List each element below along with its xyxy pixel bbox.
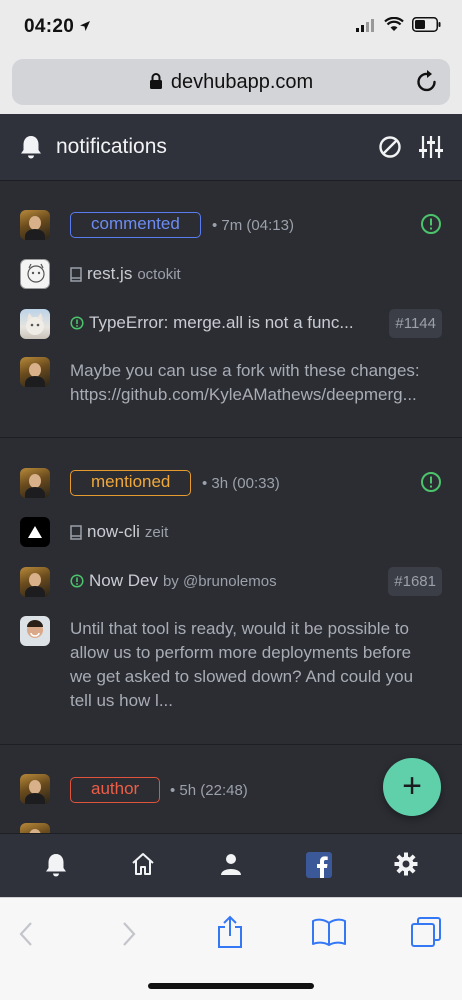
plus-icon: + bbox=[402, 767, 422, 805]
comment-line: https://github.com/KyleAMathews/deepmerg… bbox=[70, 385, 417, 404]
avatar[interactable] bbox=[20, 774, 50, 804]
avatar[interactable] bbox=[20, 210, 50, 240]
status-indicators bbox=[356, 17, 442, 32]
reason-badge: author bbox=[70, 777, 161, 803]
issue-number[interactable]: #1681 bbox=[388, 567, 442, 596]
cat-photo-icon bbox=[26, 313, 44, 335]
subject-avatar[interactable] bbox=[20, 567, 50, 597]
url-text: devhubapp.com bbox=[170, 71, 314, 93]
reason-badge: commented bbox=[70, 212, 201, 238]
issue-number[interactable]: #1144 bbox=[389, 309, 442, 338]
subject-title: TypeError: merge.all is not a func... bbox=[89, 313, 354, 332]
share-icon[interactable] bbox=[216, 915, 244, 949]
status-bar: 04:20 bbox=[0, 0, 462, 52]
octokit-logo-icon bbox=[27, 263, 45, 283]
issue-open-icon bbox=[70, 316, 84, 330]
browser-address-area: devhubapp.com bbox=[0, 52, 462, 114]
repo-name: now-cli bbox=[87, 522, 140, 541]
comment-line: tell us how l... bbox=[70, 691, 173, 710]
ban-icon[interactable] bbox=[378, 135, 402, 159]
repo-avatar[interactable] bbox=[20, 517, 50, 547]
status-time: 04:20 bbox=[24, 16, 75, 37]
zeit-logo-icon bbox=[28, 526, 42, 538]
facebook-icon[interactable] bbox=[306, 852, 332, 878]
repo-name: rest.js bbox=[87, 264, 133, 283]
address-bar[interactable]: devhubapp.com bbox=[12, 59, 450, 105]
back-icon[interactable] bbox=[18, 921, 34, 947]
repo-avatar[interactable] bbox=[20, 259, 50, 289]
comment-body[interactable]: Maybe you can use a fork with these chan… bbox=[70, 359, 442, 407]
comment-avatar[interactable] bbox=[20, 357, 50, 387]
bookmarks-icon[interactable] bbox=[311, 918, 347, 946]
subject-line[interactable]: Now Dev by @brunolemos bbox=[70, 571, 277, 591]
timestamp: • 7m (04:13) bbox=[212, 217, 294, 234]
repo-line[interactable]: now-cli zeit bbox=[70, 522, 168, 542]
gear-icon[interactable] bbox=[394, 852, 418, 876]
signal-icon bbox=[356, 18, 374, 32]
forward-icon[interactable] bbox=[121, 921, 137, 947]
location-arrow-icon bbox=[80, 21, 90, 31]
comment-line: we get asked to slowed down? And could y… bbox=[70, 667, 414, 686]
timestamp: • 5h (22:48) bbox=[170, 782, 248, 799]
repo-line[interactable]: rest.js octokit bbox=[70, 264, 181, 284]
comment-body[interactable]: Until that tool is ready, would it be po… bbox=[70, 617, 442, 713]
user-icon[interactable] bbox=[219, 852, 243, 876]
tab-bar bbox=[0, 833, 462, 897]
home-icon[interactable] bbox=[131, 852, 155, 876]
person-photo-icon bbox=[27, 620, 43, 638]
lock-icon bbox=[149, 73, 162, 89]
reload-icon[interactable] bbox=[416, 69, 438, 93]
notification-card[interactable]: commented • 7m (04:13) rest.js octokit T… bbox=[0, 181, 462, 438]
comment-line: Maybe you can use a fork with these chan… bbox=[70, 361, 420, 380]
issue-open-icon bbox=[70, 574, 84, 588]
avatar[interactable] bbox=[20, 468, 50, 498]
subject-title: Now Dev bbox=[89, 571, 158, 590]
repo-icon bbox=[70, 266, 82, 282]
bell-icon bbox=[21, 136, 41, 159]
repo-owner: octokit bbox=[137, 265, 181, 283]
tabs-icon[interactable] bbox=[410, 916, 442, 948]
comment-line: allow us to perform more deployments bef… bbox=[70, 643, 412, 662]
comment-line: Until that tool is ready, would it be po… bbox=[70, 619, 409, 638]
timestamp: • 3h (00:33) bbox=[202, 475, 280, 492]
wifi-icon bbox=[384, 17, 404, 31]
address-text-wrap: devhubapp.com bbox=[12, 71, 450, 94]
page-title: notifications bbox=[56, 135, 167, 158]
comment-avatar[interactable] bbox=[20, 616, 50, 646]
sliders-icon[interactable] bbox=[418, 135, 444, 159]
notification-card[interactable]: mentioned • 3h (00:33) now-cli zeit Now … bbox=[0, 438, 462, 745]
add-column-button[interactable]: + bbox=[383, 758, 441, 816]
home-indicator[interactable] bbox=[148, 983, 314, 989]
issue-open-icon bbox=[421, 472, 441, 492]
repo-owner: zeit bbox=[144, 523, 169, 541]
issue-open-icon bbox=[421, 214, 441, 234]
battery-icon bbox=[412, 17, 441, 32]
reason-badge: mentioned bbox=[70, 470, 192, 496]
bell-icon[interactable] bbox=[44, 852, 68, 878]
notifications-feed[interactable]: commented • 7m (04:13) rest.js octokit T… bbox=[0, 181, 462, 833]
subject-avatar[interactable] bbox=[20, 309, 50, 339]
repo-avatar[interactable] bbox=[20, 823, 50, 833]
app-header: notifications bbox=[0, 114, 462, 181]
subject-line[interactable]: TypeError: merge.all is not a func... bbox=[70, 313, 354, 333]
subject-author: by @brunolemos bbox=[162, 572, 277, 590]
repo-icon bbox=[70, 524, 82, 540]
